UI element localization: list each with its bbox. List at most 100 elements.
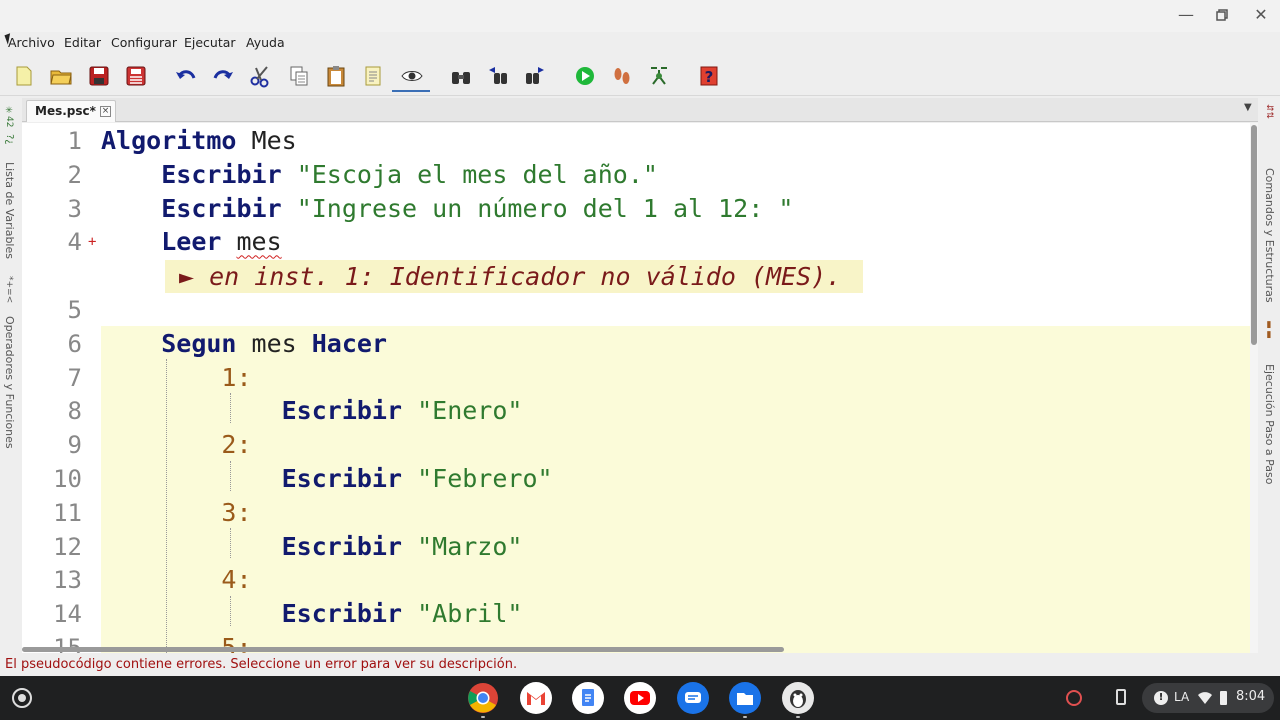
find-icon[interactable] <box>449 64 473 88</box>
running-indicator <box>796 716 800 718</box>
running-indicator <box>481 716 485 718</box>
menu-bar: Archivo Editar Configurar Ejecutar Ayuda <box>0 32 1280 54</box>
identifier-token <box>101 396 282 425</box>
running-indicator <box>743 716 747 718</box>
code-line[interactable]: 11 3: <box>22 496 1258 530</box>
battery-icon <box>1220 691 1227 705</box>
code-line[interactable]: 7 1: <box>22 361 1258 395</box>
tab-label: Mes.psc* <box>35 104 96 118</box>
run-icon[interactable] <box>573 64 597 88</box>
identifier-token: mes <box>236 328 312 358</box>
keyword-token: Escribir <box>281 464 403 493</box>
step-by-step-icon[interactable] <box>610 64 634 88</box>
menu-ayuda[interactable]: Ayuda <box>246 35 285 50</box>
keyboard-language: LA <box>1174 690 1190 704</box>
code-line[interactable]: 3 Escribir "Ingrese un número del 1 al 1… <box>22 192 1258 226</box>
window-titlebar: — ✕ <box>0 0 1280 32</box>
help-icon[interactable]: ? <box>697 64 721 88</box>
line-number: 11 <box>53 498 82 527</box>
identifier-token <box>101 532 282 561</box>
identifier-token <box>101 464 282 493</box>
error-marker-icon[interactable]: + <box>88 225 96 259</box>
menu-ejecutar[interactable]: Ejecutar <box>184 35 236 50</box>
messages-icon[interactable] <box>677 682 709 714</box>
code-text: Escribir "Marzo" <box>101 530 523 564</box>
line-number: 4 <box>67 228 82 257</box>
phone-hub-icon[interactable] <box>1116 689 1126 705</box>
line-number: 3 <box>67 194 82 223</box>
wifi-icon <box>1198 692 1212 704</box>
status-tray[interactable]: ! LA 8:04 <box>1116 683 1274 713</box>
indent-guide <box>230 461 231 491</box>
open-folder-icon[interactable] <box>49 64 73 88</box>
keyword-token: Escribir <box>161 193 282 223</box>
files-icon[interactable] <box>729 682 761 714</box>
code-line[interactable]: 10 Escribir "Febrero" <box>22 462 1258 496</box>
tab-mes-psc[interactable]: Mes.psc* × <box>26 100 116 122</box>
keyword-token: Escribir <box>281 599 403 629</box>
gmail-icon[interactable] <box>520 682 552 714</box>
indent-guide <box>166 359 167 653</box>
code-line[interactable]: 8 Escribir "Enero" <box>22 394 1258 428</box>
paste-icon[interactable] <box>324 64 348 88</box>
horizontal-scrollbar-thumb[interactable] <box>22 647 784 652</box>
linux-penguin-icon[interactable] <box>782 682 814 714</box>
tab-close-icon[interactable]: × <box>100 106 111 117</box>
code-line[interactable]: 6 Segun mes Hacer <box>22 327 1258 361</box>
screen-record-icon[interactable] <box>1066 690 1082 706</box>
vertical-scrollbar[interactable] <box>1250 123 1258 653</box>
minimize-button[interactable]: — <box>1175 4 1197 26</box>
keyword-token: Leer <box>161 227 222 257</box>
status-bar: El pseudocódigo contiene errores. Selecc… <box>0 654 1280 676</box>
code-line[interactable]: 2 Escribir "Escoja el mes del año." <box>22 158 1258 192</box>
code-line[interactable]: 4 + Leer mes <box>22 225 1258 259</box>
menu-archivo[interactable]: Archivo <box>8 35 55 50</box>
horizontal-scrollbar[interactable] <box>22 647 1250 653</box>
maximize-button[interactable] <box>1212 4 1234 26</box>
chrome-icon[interactable] <box>467 682 499 714</box>
inline-error-message[interactable]: ► en inst. 1: Identificador no válido (M… <box>165 260 863 293</box>
code-line[interactable]: 12 Escribir "Marzo" <box>22 530 1258 564</box>
editor-tab-strip: Mes.psc* × ▼ <box>22 98 1258 122</box>
close-window-button[interactable]: ✕ <box>1250 4 1272 26</box>
code-text: Escribir "Febrero" <box>101 462 553 496</box>
info-icon: ! <box>1154 691 1168 705</box>
redo-icon[interactable] <box>211 64 235 88</box>
copy-icon[interactable] <box>287 64 311 88</box>
find-next-icon[interactable] <box>523 64 547 88</box>
identifier-token <box>101 565 221 594</box>
line-number: 7 <box>67 363 82 392</box>
flowchart-icon[interactable] <box>647 64 671 88</box>
eye-variables-icon[interactable] <box>400 64 424 88</box>
cut-icon[interactable] <box>248 64 272 88</box>
youtube-icon[interactable] <box>624 682 656 714</box>
tab-ejecucion-paso-a-paso[interactable]: Ejecución Paso a Paso <box>1263 364 1276 485</box>
tab-comandos-y-estructuras[interactable]: Comandos y Estructuras <box>1263 168 1276 303</box>
code-line[interactable]: 14 Escribir "Abril" <box>22 597 1258 631</box>
save-icon[interactable] <box>87 64 111 88</box>
line-number: 5 <box>67 296 82 324</box>
tab-lista-de-variables[interactable]: Lista de Variables <box>3 162 16 259</box>
vertical-scrollbar-thumb[interactable] <box>1251 125 1257 345</box>
os-shelf: ! LA 8:04 <box>0 676 1280 720</box>
tab-list-dropdown-icon[interactable]: ▼ <box>1244 102 1252 113</box>
launcher-icon[interactable] <box>12 688 32 708</box>
code-line[interactable]: 1 Algoritmo Mes <box>22 124 1258 158</box>
code-line[interactable]: 13 4: <box>22 563 1258 597</box>
comment-icon[interactable] <box>361 64 385 88</box>
line-number: 1 <box>67 127 82 155</box>
new-file-icon[interactable] <box>12 64 36 88</box>
save-as-icon[interactable] <box>124 64 148 88</box>
docs-icon[interactable] <box>572 682 604 714</box>
code-editor[interactable]: 1 Algoritmo Mes 2 Escribir "Escoja el mes … <box>22 123 1258 653</box>
code-line[interactable]: 9 2: <box>22 428 1258 462</box>
number-token: 4: <box>221 565 252 595</box>
string-token: "Escoja el mes del año." <box>281 159 658 189</box>
tab-operadores-y-funciones[interactable]: Operadores y Funciones <box>3 316 16 449</box>
find-previous-icon[interactable] <box>486 64 510 88</box>
code-line[interactable]: 5 <box>22 293 1258 327</box>
line-number: 2 <box>67 160 82 189</box>
menu-editar[interactable]: Editar <box>64 35 101 50</box>
undo-icon[interactable] <box>174 64 198 88</box>
menu-configurar[interactable]: Configurar <box>111 35 177 50</box>
